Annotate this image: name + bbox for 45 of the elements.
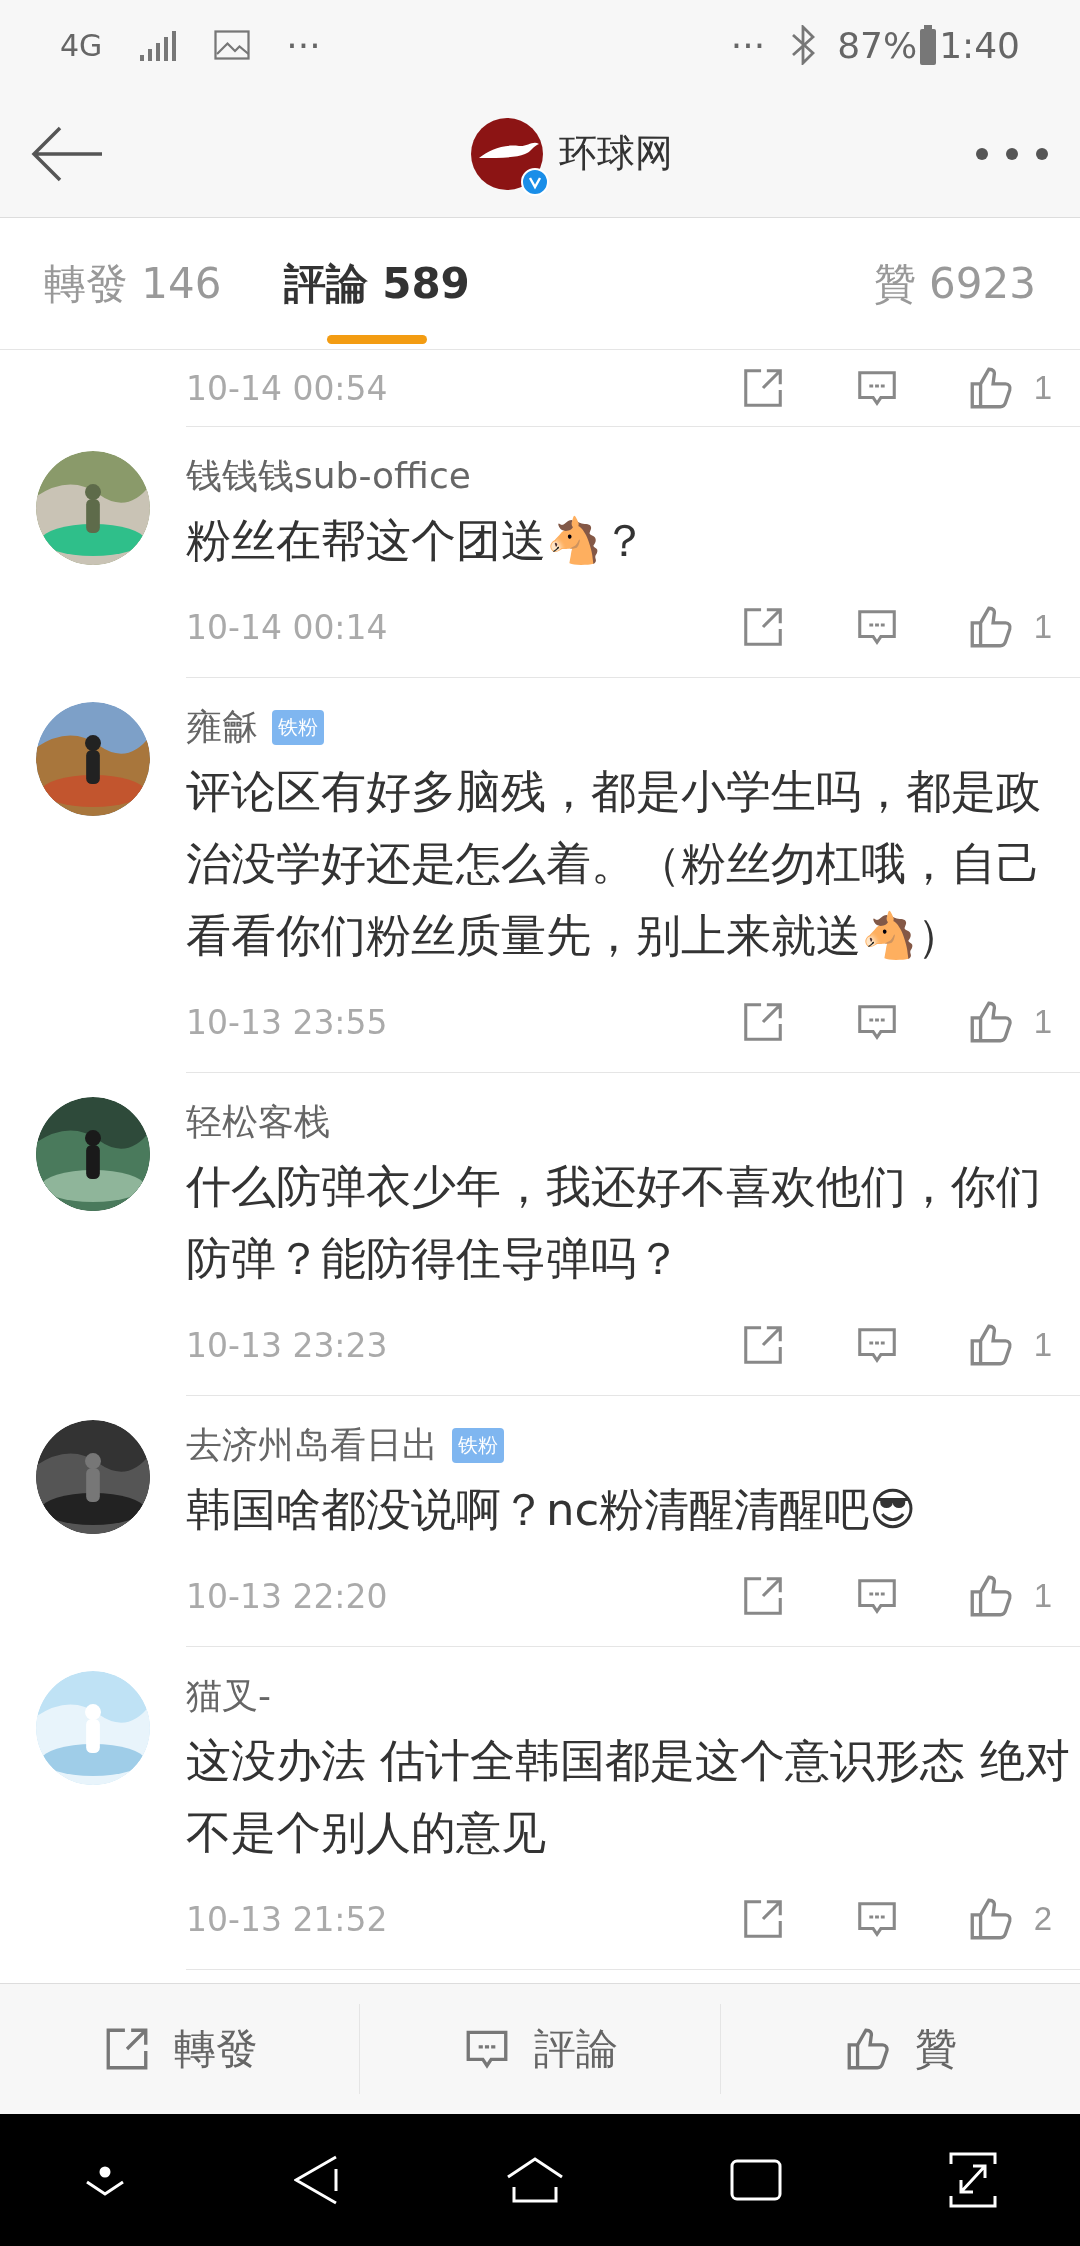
comment-time: 10-14 00:14 <box>186 607 388 647</box>
comment-time: 10-14 00:54 <box>186 368 388 408</box>
comment-time: 10-13 23:55 <box>186 1002 388 1042</box>
like-button[interactable]: 1 <box>965 1571 1052 1621</box>
fan-badge: 铁粉 <box>272 709 324 745</box>
network-indicator: 4G <box>60 27 103 63</box>
comment-time: 10-13 23:23 <box>186 1325 388 1365</box>
fan-badge: 铁粉 <box>452 1427 504 1463</box>
bluetooth-icon <box>791 25 816 65</box>
comment-time: 10-13 22:20 <box>186 1576 388 1616</box>
user-name[interactable]: 轻松客栈 <box>186 1097 330 1147</box>
like-button[interactable]: 1 <box>965 602 1052 652</box>
signal-icon <box>138 29 179 61</box>
action-button[interactable]: 贊 <box>720 2004 1080 2094</box>
comment-text: 评论区有好多脑残，都是小学生吗，都是政治没学好还是怎么着。（粉丝勿杠哦，自己看看你们粉丝质量先，别上来就送🐴） <box>186 764 1042 964</box>
comment-text: 韩国啥都没说啊？nc粉清醒清醒吧😎 <box>186 1482 918 1538</box>
comment-text: 什么防弹衣少年，我还好不喜欢他们，你们防弹？能防得住导弹吗？ <box>186 1159 1042 1287</box>
like-button[interactable]: 1 <box>965 997 1052 1047</box>
tab[interactable]: 轉發 146 <box>44 217 222 350</box>
user-name[interactable]: 去济州岛看日出 <box>186 1420 438 1470</box>
tab[interactable]: 評論 589 <box>283 217 470 350</box>
comment-text: 这没办法 估计全韩国都是这个意识形态 绝对不是个别人的意见 <box>186 1733 1071 1861</box>
back-triangle-icon[interactable] <box>293 2155 340 2205</box>
clock: 1:40 <box>939 24 1020 66</box>
more-icon[interactable] <box>974 145 1050 162</box>
more-notifications: ··· <box>286 24 321 66</box>
user-name[interactable]: 雍龢 <box>186 702 258 752</box>
user-name[interactable]: 猫叉- <box>186 1671 271 1721</box>
account-title: 环球网 <box>559 130 673 177</box>
recent-apps-icon[interactable] <box>730 2159 783 2201</box>
comment-text: 粉丝在帮这个团送🐴？ <box>186 513 648 569</box>
like-button[interactable]: 2 <box>965 1894 1052 1944</box>
action-button[interactable]: 評論 <box>360 2004 721 2094</box>
expand-icon[interactable] <box>948 2152 997 2208</box>
battery-percent: 87% <box>837 24 918 66</box>
home-icon[interactable] <box>505 2157 564 2203</box>
like-button[interactable]: 1 <box>965 1320 1052 1370</box>
like-button[interactable]: 1 <box>965 363 1052 413</box>
more-notifications: ··· <box>730 24 766 66</box>
action-button[interactable]: 轉發 <box>0 2004 361 2094</box>
tab[interactable]: 贊 6923 <box>873 217 1036 350</box>
battery-icon <box>919 25 938 65</box>
user-name[interactable]: 钱钱钱sub-office <box>186 451 471 501</box>
image-icon <box>214 30 251 60</box>
comment-time: 10-13 21:52 <box>186 1899 388 1939</box>
